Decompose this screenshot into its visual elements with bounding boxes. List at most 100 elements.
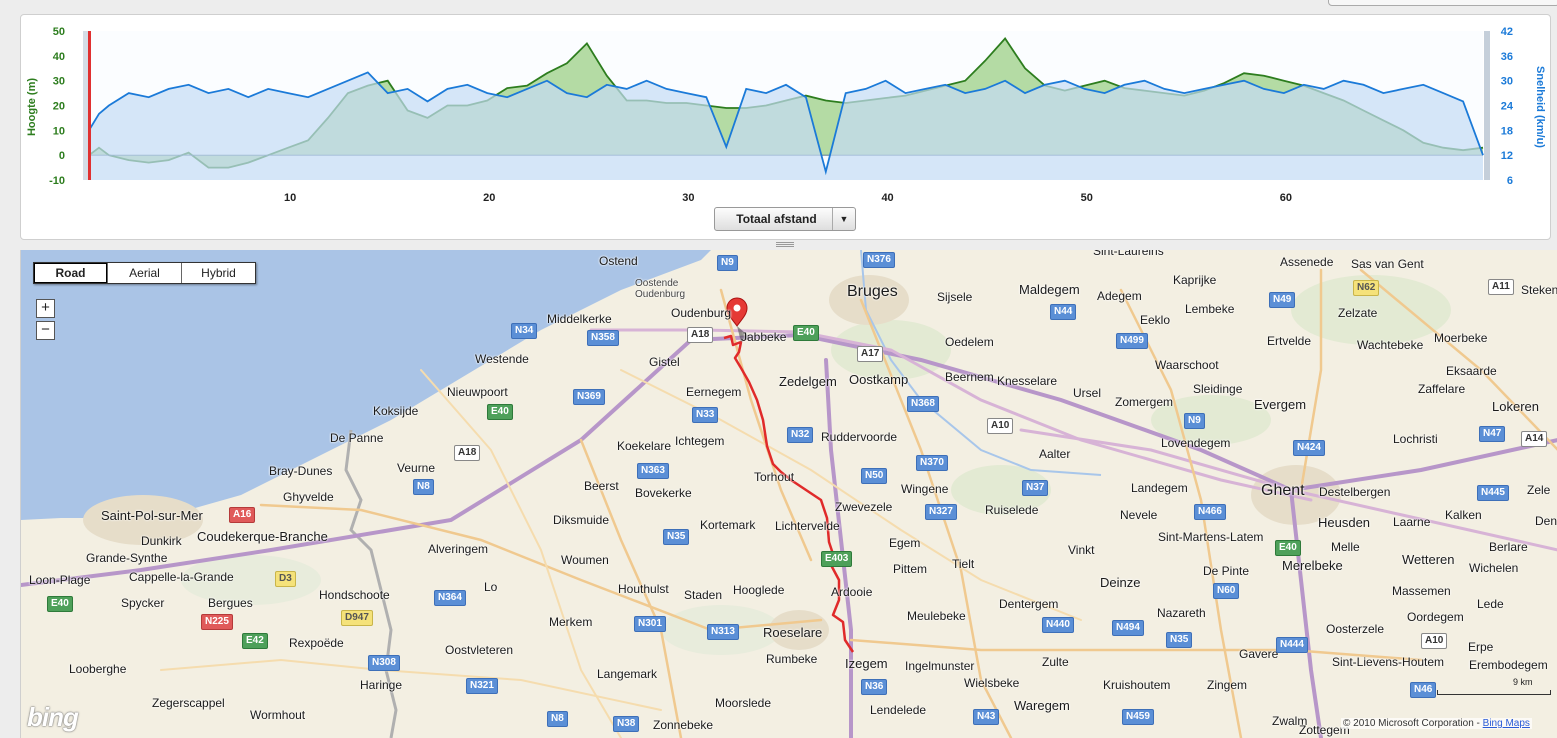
city-label: Meulebeke — [907, 609, 966, 623]
city-label: Spycker — [121, 596, 165, 610]
city-label: Sint-Lievens-Houtem — [1332, 655, 1445, 669]
road-shield: N60 — [1213, 583, 1240, 599]
city-label: Ghent — [1261, 482, 1305, 499]
road-shield: A17 — [857, 346, 884, 362]
city-label: Vinkt — [1068, 543, 1095, 557]
city-label: Hooglede — [733, 583, 785, 597]
map-type-hybrid[interactable]: Hybrid — [182, 263, 255, 283]
road-shield: N35 — [1166, 632, 1193, 648]
city-label: Ursel — [1073, 386, 1102, 400]
zoom-in-button[interactable]: + — [36, 299, 55, 318]
city-label: Deinze — [1100, 575, 1141, 590]
city-label: Bergues — [208, 596, 253, 610]
city-label: Merkem — [549, 615, 593, 629]
scale-label: 9 km — [1513, 677, 1533, 687]
city-label: Maldegem — [1019, 282, 1080, 297]
city-label: Veurne — [397, 461, 436, 475]
city-label: Landegem — [1131, 481, 1188, 495]
city-label: Westende — [475, 352, 529, 366]
city-label: Ingelmunster — [905, 659, 975, 673]
city-label: Zomergem — [1115, 395, 1174, 409]
city-label: Lo — [484, 580, 498, 594]
city-label: Wachtebeke — [1357, 338, 1424, 352]
city-label: De Panne — [330, 431, 384, 445]
bing-maps-link[interactable]: Bing Maps — [1483, 718, 1530, 729]
zoom-out-button[interactable]: − — [36, 321, 55, 340]
city-label: Ardooie — [831, 585, 873, 599]
city-label: Ruiselede — [985, 503, 1039, 517]
city-label: Dunkirk — [141, 534, 182, 548]
city-label: Erpe — [1468, 640, 1494, 654]
road-shield: N44 — [1050, 304, 1077, 320]
city-label: Merelbeke — [1282, 558, 1343, 573]
road-shield: N364 — [434, 590, 466, 606]
road-shield: N459 — [1122, 709, 1154, 725]
road-shield: A16 — [229, 507, 256, 523]
city-label: Evergem — [1254, 397, 1307, 412]
x-tick-label: 30 — [682, 192, 694, 204]
road-shield: N32 — [787, 427, 814, 443]
road-shield: N424 — [1293, 440, 1325, 456]
route-map[interactable]: Bruges Ghent Ostend Oudenburg Jabbeke Mi… — [20, 250, 1557, 738]
city-label: Hondschoote — [319, 588, 390, 602]
road-shield: N327 — [925, 504, 957, 520]
city-label: Bray-Dunes — [269, 464, 333, 478]
city-label: Lede — [1477, 597, 1504, 611]
city-label: Lendelede — [870, 703, 927, 717]
road-shield: N376 — [863, 252, 895, 268]
city-label: Sleidinge — [1193, 382, 1243, 396]
road-shield: N321 — [466, 678, 498, 694]
road-shield: N8 — [413, 479, 434, 495]
left-tick-label: -10 — [49, 175, 65, 187]
x-tick-label: 20 — [483, 192, 495, 204]
city-label: De Pinte — [1203, 564, 1250, 578]
road-shield: N37 — [1022, 480, 1049, 496]
city-label: Laarne — [1393, 515, 1431, 529]
top-toolbar-button[interactable] — [1328, 0, 1557, 6]
map-type-aerial[interactable]: Aerial — [108, 263, 182, 283]
road-shield: N370 — [916, 455, 948, 471]
road-shield: D3 — [275, 571, 296, 587]
city-label: Nieuwpoort — [447, 385, 508, 399]
right-tick-label: 30 — [1501, 76, 1513, 88]
map-type-road[interactable]: Road — [34, 263, 108, 283]
road-shield: A11 — [1488, 279, 1514, 295]
city-label: Rumbeke — [766, 652, 818, 666]
bing-logo[interactable]: bing — [27, 702, 79, 733]
x-axis-selector-label: Totaal afstand — [736, 212, 817, 226]
road-shield: A10 — [1421, 633, 1448, 649]
x-axis-selector[interactable]: Totaal afstand ▼ — [714, 207, 856, 231]
city-label: Lovendegem — [1161, 436, 1231, 450]
road-shield: N38 — [613, 716, 640, 732]
left-tick-label: 20 — [53, 101, 65, 113]
city-label: Melle — [1331, 540, 1360, 554]
road-shield: N8 — [547, 711, 568, 727]
city-label: Ertvelde — [1267, 334, 1312, 348]
road-shield: N494 — [1112, 620, 1144, 636]
panel-splitter-handle[interactable] — [776, 241, 794, 247]
city-label: Houthulst — [618, 582, 669, 596]
right-tick-label: 36 — [1501, 51, 1513, 63]
city-label: Zonnebeke — [653, 718, 714, 732]
city-label: Wormhout — [250, 708, 306, 722]
city-label: Rexpoëde — [289, 636, 344, 650]
city-label: Bovekerke — [635, 486, 692, 500]
city-label: Nazareth — [1157, 606, 1206, 620]
map-type-switcher[interactable]: Road Aerial Hybrid — [33, 262, 256, 284]
left-tick-label: 50 — [53, 26, 65, 38]
city-label: Wichelen — [1469, 561, 1519, 575]
city-label: Sint-Laureins — [1093, 250, 1164, 258]
city-label: Egem — [889, 536, 921, 550]
road-shield: N47 — [1479, 426, 1506, 442]
road-shield: E40 — [1275, 540, 1301, 556]
road-shield: N301 — [634, 616, 666, 632]
right-axis-label: Snelheid (km/u) — [1534, 66, 1546, 148]
road-shield: N444 — [1276, 637, 1308, 653]
city-label: Saint-Pol-sur-Mer — [101, 508, 203, 523]
x-tick-label: 50 — [1081, 192, 1093, 204]
city-label: Aalter — [1039, 447, 1071, 461]
current-position-marker[interactable] — [88, 31, 91, 180]
city-label: Wingene — [901, 482, 949, 496]
city-label: Koksijde — [373, 404, 419, 418]
road-shield: N33 — [692, 407, 719, 423]
